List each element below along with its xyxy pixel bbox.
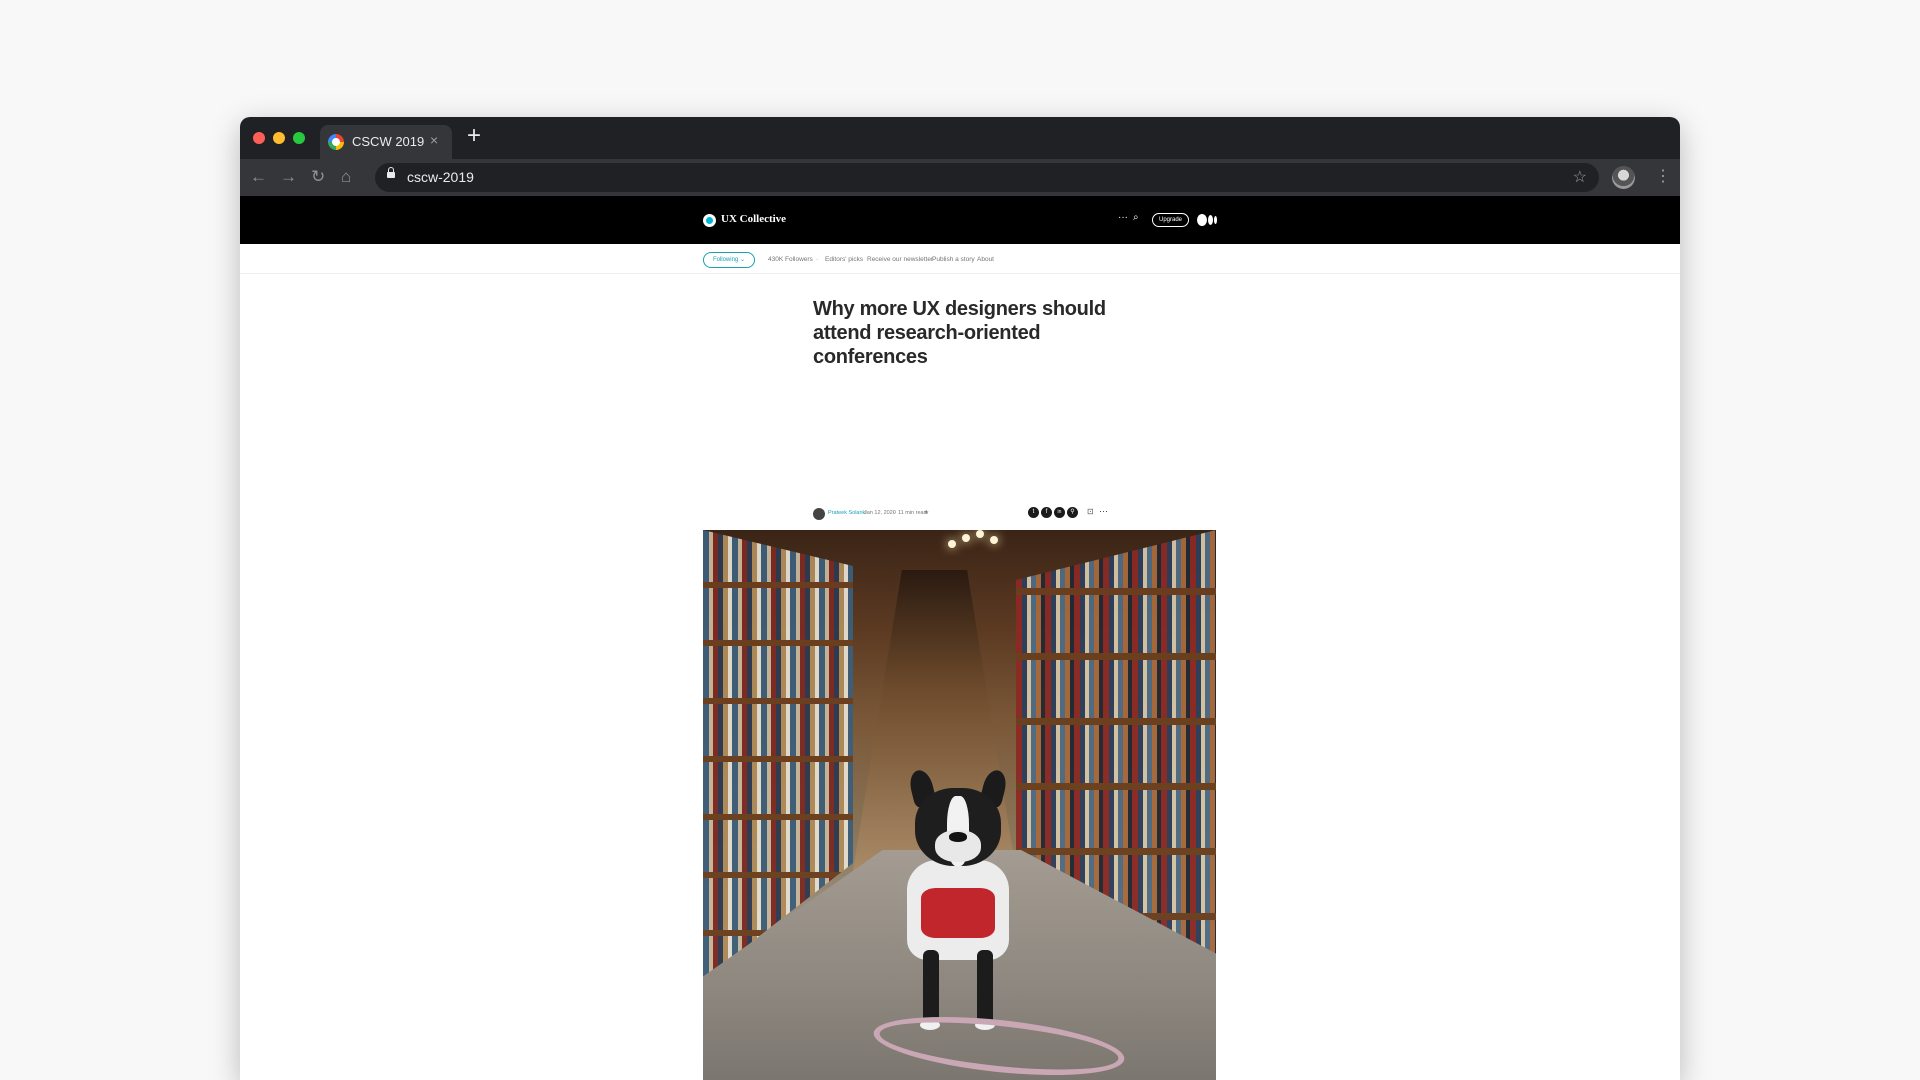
minimize-window-button[interactable]: [273, 132, 285, 144]
tab-strip: CSCW 2019 × +: [240, 117, 1680, 159]
site-header: UX Collective ··· ⌕ Upgrade: [240, 196, 1680, 244]
address-bar[interactable]: cscw-2019 ☆: [375, 163, 1599, 192]
publish-date: Jan 12, 2020: [864, 510, 896, 516]
hero-image: [703, 530, 1216, 1080]
ux-collective-logo-icon[interactable]: [703, 214, 716, 227]
article-title: Why more UX designers should attend rese…: [813, 298, 1106, 368]
publication-name[interactable]: UX Collective: [721, 213, 786, 225]
author-avatar[interactable]: [813, 508, 825, 520]
upgrade-button[interactable]: Upgrade: [1152, 213, 1190, 227]
forward-arrow-icon[interactable]: →: [280, 167, 297, 187]
medium-logo-icon[interactable]: [1197, 214, 1219, 226]
browser-menu-icon[interactable]: ⋮: [1655, 167, 1671, 187]
read-time: 11 min read: [898, 510, 927, 516]
url-text[interactable]: cscw-2019: [407, 169, 474, 185]
home-icon[interactable]: ⌂: [341, 167, 351, 187]
publication-nav: Following ⌄ 430K Followers · Editors' pi…: [240, 244, 1680, 274]
chandelier-lights: [948, 530, 1008, 560]
byline-separator: ·: [893, 510, 895, 516]
following-button[interactable]: Following ⌄: [703, 252, 755, 268]
back-arrow-icon[interactable]: ←: [250, 167, 267, 187]
browser-tab[interactable]: CSCW 2019 ×: [320, 125, 452, 159]
followers-count[interactable]: 430K Followers: [768, 256, 813, 263]
article-more-icon[interactable]: ···: [1099, 506, 1108, 516]
more-options-icon[interactable]: ···: [1118, 212, 1128, 223]
close-window-button[interactable]: [253, 132, 265, 144]
linkedin-icon[interactable]: in: [1054, 507, 1065, 518]
page-viewport: UX Collective ··· ⌕ Upgrade Following ⌄ …: [240, 196, 1680, 1080]
nav-separator: ·: [816, 256, 819, 263]
nav-link-about[interactable]: About: [977, 256, 994, 263]
new-tab-button[interactable]: +: [467, 121, 481, 151]
bookmark-icon[interactable]: ⊡: [1087, 507, 1094, 516]
nav-link-publish[interactable]: Publish a story: [932, 256, 975, 263]
nav-link-editors-picks[interactable]: Editors' picks: [825, 256, 863, 263]
search-icon[interactable]: ⌕: [1133, 212, 1139, 223]
reload-icon[interactable]: ↻: [311, 167, 325, 187]
member-star-icon: ★: [924, 510, 929, 516]
author-name[interactable]: Prateek Solanki: [828, 510, 867, 516]
twitter-icon[interactable]: t: [1028, 507, 1039, 518]
profile-avatar[interactable]: [1612, 166, 1635, 189]
google-favicon-icon: [328, 134, 344, 150]
browser-window: CSCW 2019 × + ← → ↻ ⌂ cscw-2019 ☆ ⋮ UX C…: [240, 117, 1680, 1080]
link-icon[interactable]: ⚲: [1067, 507, 1078, 518]
tab-close-icon[interactable]: ×: [430, 132, 438, 148]
browser-toolbar: ← → ↻ ⌂ cscw-2019 ☆ ⋮: [240, 159, 1680, 196]
bookmark-star-icon[interactable]: ☆: [1573, 167, 1587, 187]
lock-icon[interactable]: [387, 167, 395, 178]
maximize-window-button[interactable]: [293, 132, 305, 144]
nav-link-newsletter[interactable]: Receive our newsletter: [867, 256, 933, 263]
tab-title: CSCW 2019: [352, 134, 425, 149]
facebook-icon[interactable]: f: [1041, 507, 1052, 518]
